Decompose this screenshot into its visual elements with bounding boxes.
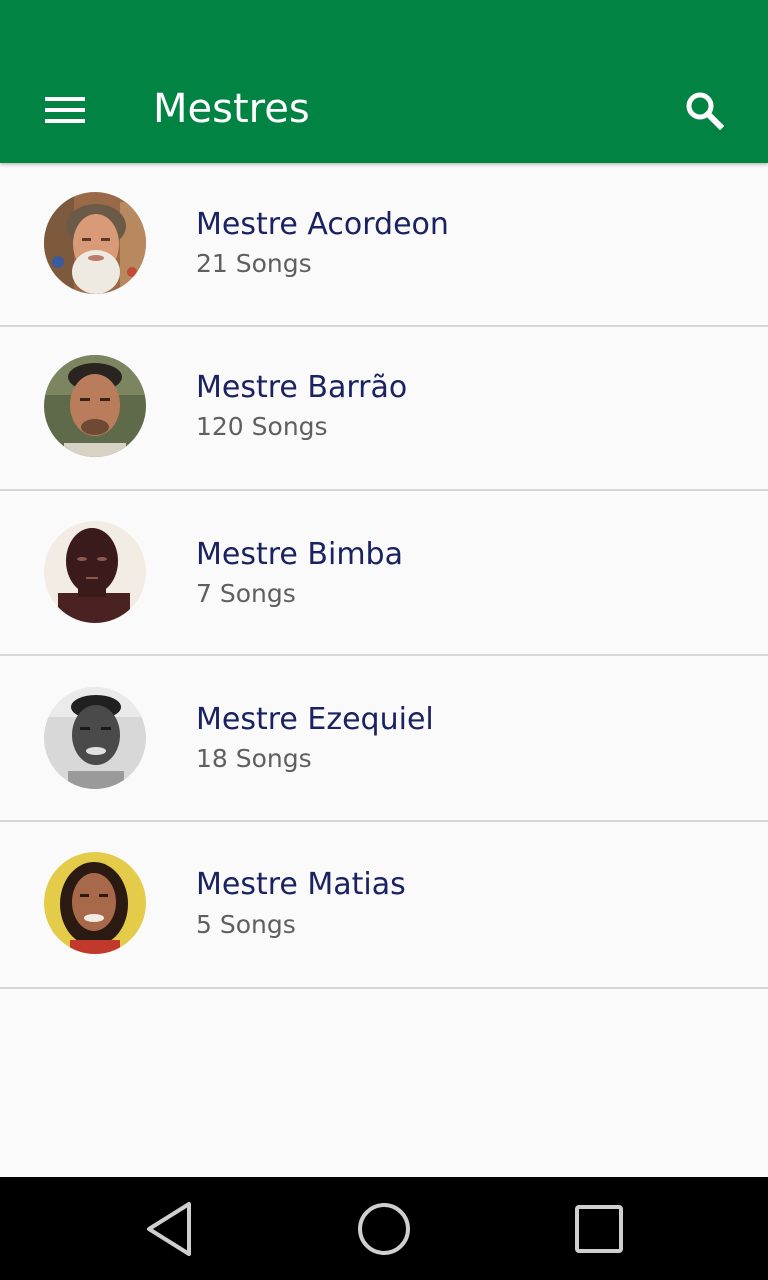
mestres-list: Mestre Acordeon 21 Songs Mestre Barrão 1…	[0, 163, 768, 989]
avatar	[44, 852, 146, 954]
mestre-name: Mestre Acordeon	[196, 207, 449, 242]
photo-mestre-ezequiel	[44, 687, 146, 789]
photo-mestre-acordeon	[44, 192, 146, 294]
avatar	[44, 355, 146, 457]
menu-button[interactable]	[25, 70, 105, 150]
avatar	[44, 521, 146, 623]
mestre-name: Mestre Barrão	[196, 370, 408, 405]
list-item-mestre-barrao[interactable]: Mestre Barrão 120 Songs	[0, 327, 768, 491]
song-count: 5 Songs	[196, 910, 296, 939]
back-button[interactable]	[125, 1189, 215, 1269]
page-title: Mestres	[153, 86, 310, 132]
photo-mestre-matias	[44, 852, 146, 954]
avatar	[44, 687, 146, 789]
song-count: 7 Songs	[196, 579, 296, 608]
app-bar: Mestres	[0, 0, 768, 163]
search-button[interactable]	[664, 70, 744, 150]
screen: Mestres Mestre Acordeon 21 Songs Mestre …	[0, 0, 768, 1280]
mestre-name: Mestre Ezequiel	[196, 702, 434, 737]
photo-mestre-bimba	[44, 521, 146, 623]
photo-mestre-barrao	[44, 355, 146, 457]
recents-square-icon	[575, 1205, 623, 1253]
search-icon	[686, 92, 724, 130]
song-count: 120 Songs	[196, 412, 328, 441]
mestre-name: Mestre Bimba	[196, 537, 403, 572]
avatar	[44, 192, 146, 294]
list-item-mestre-matias[interactable]: Mestre Matias 5 Songs	[0, 822, 768, 989]
system-nav-bar	[0, 1177, 768, 1280]
home-circle-icon	[358, 1203, 410, 1255]
hamburger-menu-icon	[45, 97, 85, 123]
home-button[interactable]	[339, 1189, 429, 1269]
mestre-name: Mestre Matias	[196, 867, 406, 902]
song-count: 21 Songs	[196, 249, 312, 278]
list-item-mestre-acordeon[interactable]: Mestre Acordeon 21 Songs	[0, 163, 768, 327]
recents-button[interactable]	[554, 1189, 644, 1269]
back-triangle-icon	[147, 1202, 191, 1256]
list-item-mestre-ezequiel[interactable]: Mestre Ezequiel 18 Songs	[0, 656, 768, 822]
list-item-mestre-bimba[interactable]: Mestre Bimba 7 Songs	[0, 491, 768, 656]
song-count: 18 Songs	[196, 744, 312, 773]
